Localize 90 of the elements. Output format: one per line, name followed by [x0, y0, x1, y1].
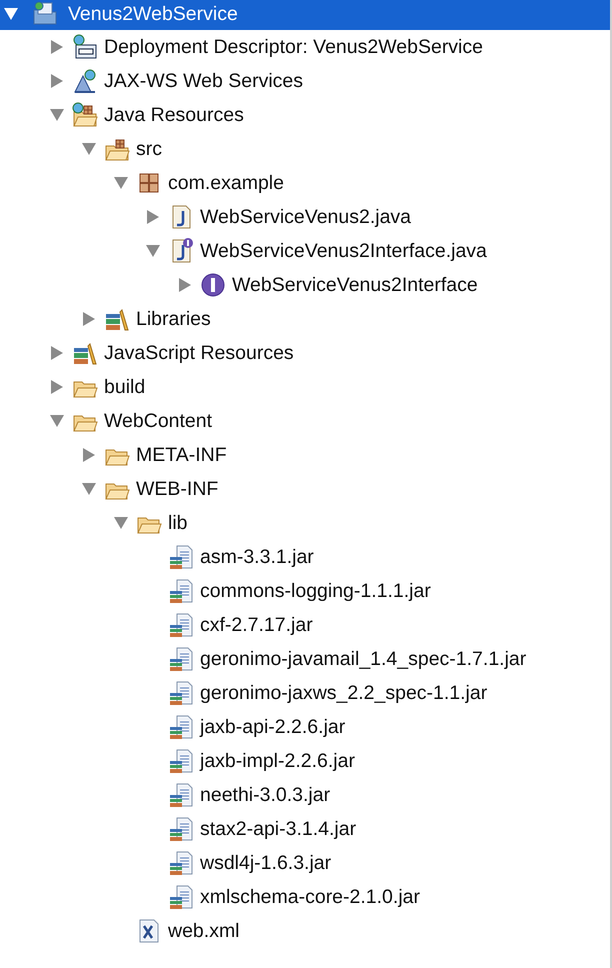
tree-row[interactable]: geronimo-javamail_1.4_spec-1.7.1.jar: [0, 642, 610, 676]
tree-row[interactable]: Java Resources: [0, 98, 610, 132]
collapse-arrow-icon[interactable]: [146, 245, 160, 257]
item-label: Deployment Descriptor: Venus2WebService: [104, 36, 483, 58]
item-label: geronimo-javamail_1.4_spec-1.7.1.jar: [200, 648, 526, 670]
tree-row[interactable]: com.example: [0, 166, 610, 200]
tree-row[interactable]: commons-logging-1.1.1.jar: [0, 574, 610, 608]
tree-row[interactable]: WebServiceVenus2.java: [0, 200, 610, 234]
tree-row[interactable]: Libraries: [0, 302, 610, 336]
tree-row[interactable]: xmlschema-core-2.1.0.jar: [0, 880, 610, 914]
item-label: jaxb-impl-2.2.6.jar: [200, 750, 355, 772]
tree-row[interactable]: META-INF: [0, 438, 610, 472]
item-label: jaxb-api-2.2.6.jar: [200, 716, 346, 738]
tree-row[interactable]: WebServiceVenus2Interface: [0, 268, 610, 302]
item-label: src: [136, 138, 162, 160]
jar-icon: [168, 680, 194, 706]
item-label: WebServiceVenus2Interface: [232, 274, 478, 296]
collapse-arrow-icon[interactable]: [50, 109, 64, 121]
item-label: WebServiceVenus2Interface.java: [200, 240, 487, 262]
tree-row[interactable]: WEB-INF: [0, 472, 610, 506]
tree-row[interactable]: asm-3.3.1.jar: [0, 540, 610, 574]
item-label: cxf-2.7.17.jar: [200, 614, 313, 636]
expand-arrow-icon[interactable]: [83, 312, 95, 326]
item-label: commons-logging-1.1.1.jar: [200, 580, 431, 602]
tree-row[interactable]: cxf-2.7.17.jar: [0, 608, 610, 642]
item-label: WebContent: [104, 410, 212, 432]
item-label: wsdl4j-1.6.3.jar: [200, 852, 332, 874]
tree-row[interactable]: stax2-api-3.1.4.jar: [0, 812, 610, 846]
tree-row[interactable]: geronimo-jaxws_2.2_spec-1.1.jar: [0, 676, 610, 710]
collapse-arrow-icon[interactable]: [4, 8, 18, 20]
collapse-arrow-icon[interactable]: [50, 415, 64, 427]
descriptor-icon: [72, 34, 98, 60]
collapse-arrow-icon[interactable]: [114, 517, 128, 529]
expand-arrow-icon[interactable]: [83, 448, 95, 462]
item-label: web.xml: [168, 920, 240, 942]
jar-icon: [168, 816, 194, 842]
jar-icon: [168, 578, 194, 604]
item-label: Venus2WebService: [68, 2, 238, 26]
tree-row[interactable]: WebServiceVenus2Interface.java: [0, 234, 610, 268]
item-label: stax2-api-3.1.4.jar: [200, 818, 356, 840]
item-label: neethi-3.0.3.jar: [200, 784, 330, 806]
item-label: Libraries: [136, 308, 211, 330]
item-label: geronimo-jaxws_2.2_spec-1.1.jar: [200, 682, 488, 704]
item-label: JavaScript Resources: [104, 342, 294, 364]
tree-row[interactable]: JavaScript Resources: [0, 336, 610, 370]
tree-row[interactable]: build: [0, 370, 610, 404]
tree-row[interactable]: jaxb-api-2.2.6.jar: [0, 710, 610, 744]
tree-row[interactable]: lib: [0, 506, 610, 540]
item-label: lib: [168, 512, 188, 534]
jar-icon: [168, 646, 194, 672]
expand-arrow-icon[interactable]: [147, 210, 159, 224]
jar-icon: [168, 850, 194, 876]
collapse-arrow-icon[interactable]: [114, 177, 128, 189]
item-label: asm-3.3.1.jar: [200, 546, 314, 568]
tree-row[interactable]: wsdl4j-1.6.3.jar: [0, 846, 610, 880]
jar-icon: [168, 884, 194, 910]
jar-icon: [168, 748, 194, 774]
expand-arrow-icon[interactable]: [51, 346, 63, 360]
item-label: WEB-INF: [136, 478, 218, 500]
item-label: WebServiceVenus2.java: [200, 206, 412, 228]
tree-row[interactable]: Venus2WebService: [0, 0, 610, 30]
tree-row[interactable]: neethi-3.0.3.jar: [0, 778, 610, 812]
tree-row[interactable]: jaxb-impl-2.2.6.jar: [0, 744, 610, 778]
tree-row[interactable]: WebContent: [0, 404, 610, 438]
jar-icon: [168, 544, 194, 570]
jar-icon: [168, 782, 194, 808]
item-label: Java Resources: [104, 104, 244, 126]
package-folder-icon: [72, 102, 98, 128]
item-label: JAX-WS Web Services: [104, 70, 304, 92]
item-label: META-INF: [136, 444, 227, 466]
expand-arrow-icon[interactable]: [51, 40, 63, 54]
item-label: com.example: [168, 172, 284, 194]
tree-row[interactable]: web.xml: [0, 914, 610, 948]
item-label: build: [104, 376, 146, 398]
tree-row[interactable]: JAX-WS Web Services: [0, 64, 610, 98]
expand-arrow-icon[interactable]: [51, 74, 63, 88]
collapse-arrow-icon[interactable]: [82, 483, 96, 495]
jar-icon: [168, 714, 194, 740]
expand-arrow-icon[interactable]: [51, 380, 63, 394]
books-icon: [72, 340, 98, 366]
tree-row[interactable]: src: [0, 132, 610, 166]
web-services-icon: [72, 68, 98, 94]
books-icon: [104, 306, 130, 332]
collapse-arrow-icon[interactable]: [82, 143, 96, 155]
item-label: xmlschema-core-2.1.0.jar: [200, 886, 420, 908]
project-icon: [32, 1, 58, 27]
tree-row[interactable]: Deployment Descriptor: Venus2WebService: [0, 30, 610, 64]
interface-icon: [200, 272, 226, 298]
jar-icon: [168, 612, 194, 638]
expand-arrow-icon[interactable]: [179, 278, 191, 292]
